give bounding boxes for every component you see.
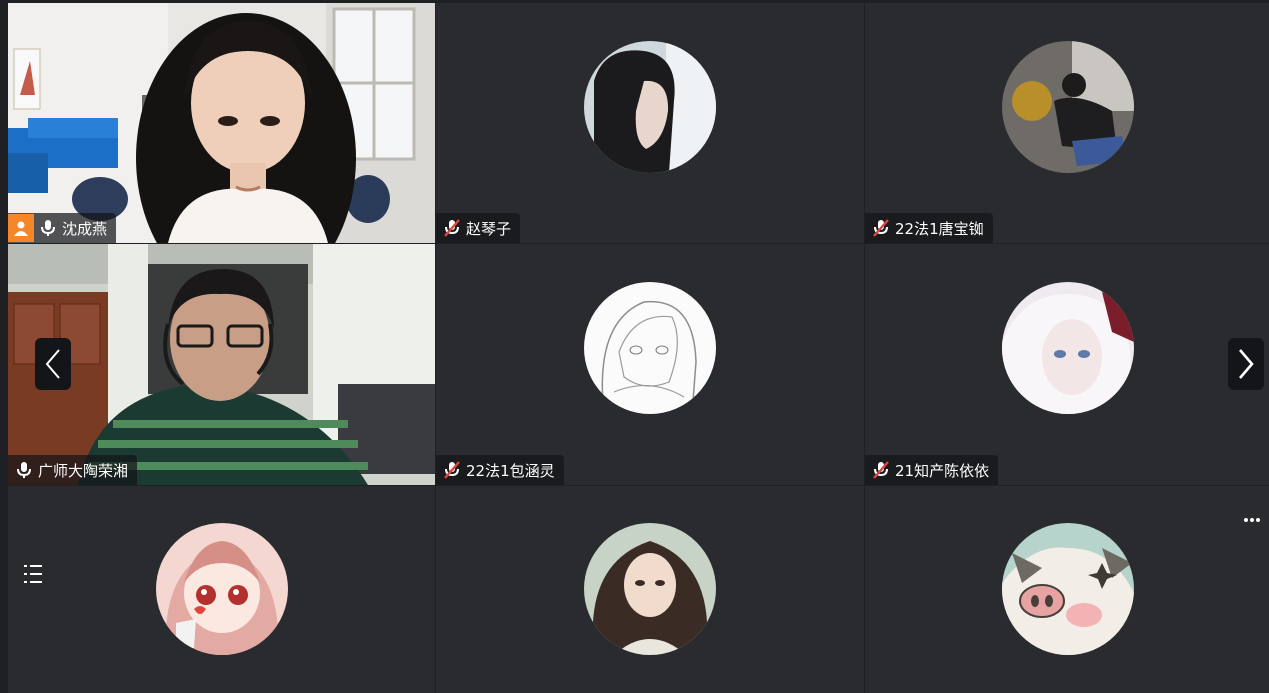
participant-tile[interactable]: [436, 486, 864, 693]
participant-avatar: [155, 523, 288, 655]
participant-avatar: [584, 41, 716, 173]
mic-muted-icon: [442, 460, 462, 480]
participant-tile[interactable]: [865, 486, 1269, 693]
participant-avatar: [1002, 41, 1134, 173]
participant-tile[interactable]: 沈成燕: [8, 3, 435, 243]
chevron-left-icon: [45, 349, 60, 379]
person-icon: [8, 214, 34, 242]
participant-avatar: [1002, 523, 1134, 655]
participant-tile[interactable]: 22法1唐宝铷: [865, 3, 1269, 243]
participant-name: 21知产陈依依: [895, 461, 990, 480]
participant-tile[interactable]: [8, 486, 435, 693]
more-options-button[interactable]: [1235, 502, 1269, 538]
video-grid: 沈成燕 赵琴子 22法1唐宝铷 广师大陶荣湘 22法1包涵灵 21知产陈依依: [8, 3, 1269, 693]
mic-icon: [14, 460, 34, 480]
more-icon: [1244, 518, 1260, 522]
next-page-button[interactable]: [1228, 338, 1264, 390]
participant-nameplate: 广师大陶荣湘: [8, 455, 138, 485]
participant-nameplate: 22法1包涵灵: [436, 455, 564, 485]
participant-tile[interactable]: 22法1包涵灵: [436, 244, 864, 485]
participant-name: 广师大陶荣湘: [38, 461, 129, 480]
participant-list-button[interactable]: [10, 554, 56, 594]
participant-tile[interactable]: 21知产陈依依: [865, 244, 1269, 485]
chevron-right-icon: [1239, 349, 1254, 379]
participant-nameplate: 沈成燕: [8, 213, 117, 243]
participant-name: 22法1包涵灵: [466, 461, 555, 480]
mic-muted-icon: [871, 460, 891, 480]
participant-avatar: [584, 282, 716, 414]
participant-video: [8, 244, 435, 485]
participant-list-icon: [24, 565, 42, 583]
mic-muted-icon: [871, 218, 891, 238]
participant-nameplate: 21知产陈依依: [865, 455, 999, 485]
mic-muted-icon: [442, 218, 462, 238]
participant-tile[interactable]: 赵琴子: [436, 3, 864, 243]
participant-tile[interactable]: 广师大陶荣湘: [8, 244, 435, 485]
participant-avatar: [1002, 282, 1134, 414]
previous-page-button[interactable]: [35, 338, 71, 390]
participant-avatar: [584, 523, 716, 655]
participant-nameplate: 22法1唐宝铷: [865, 213, 993, 243]
participant-video: [8, 3, 435, 243]
participant-name: 赵琴子: [466, 219, 512, 238]
mic-icon: [38, 218, 58, 238]
participant-name: 沈成燕: [62, 219, 108, 238]
participant-nameplate: 赵琴子: [436, 213, 521, 243]
participant-name: 22法1唐宝铷: [895, 219, 984, 238]
